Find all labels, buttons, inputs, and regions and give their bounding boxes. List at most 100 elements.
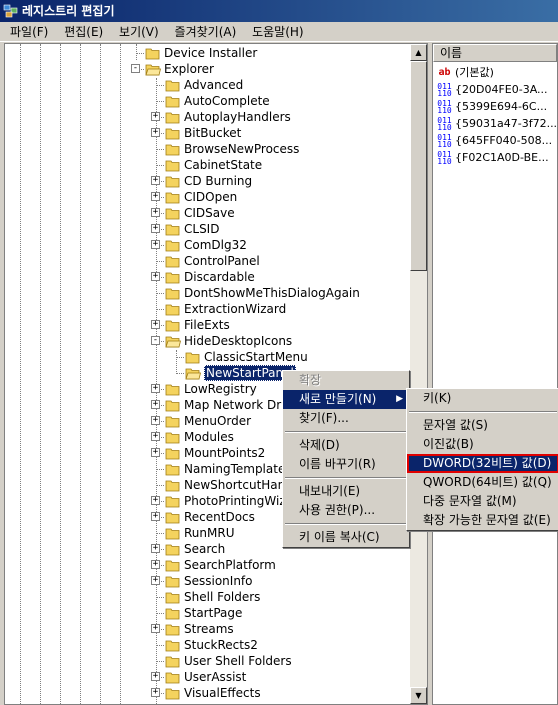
- folder-icon: [165, 510, 181, 524]
- tree-node-autoplayhandlers[interactable]: + AutoplayHandlers: [5, 109, 412, 125]
- tree-node-label: StartPage: [184, 606, 243, 620]
- scroll-up-icon[interactable]: ▲: [410, 44, 427, 61]
- expand-icon[interactable]: +: [151, 224, 160, 233]
- string-value-icon: ab: [438, 67, 451, 78]
- context-menu-item[interactable]: 사용 권한(P)...: [283, 501, 409, 520]
- expand-icon[interactable]: +: [151, 384, 160, 393]
- context-menu-item[interactable]: 내보내기(E): [283, 482, 409, 501]
- tree-node-bitbucket[interactable]: + BitBucket: [5, 125, 412, 141]
- tree-node-streams[interactable]: + Streams: [5, 621, 412, 637]
- values-pane[interactable]: 이름 ab (기본값) 011 110 {20D04FE0-3A... 011 110 {53…: [432, 43, 558, 705]
- new-submenu-item[interactable]: QWORD(64비트) 값(Q): [407, 473, 558, 492]
- new-submenu-item[interactable]: 확장 가능한 문자열 값(E): [407, 511, 558, 530]
- value-name: {5399E694-6C...: [455, 100, 548, 113]
- expand-icon[interactable]: +: [151, 688, 160, 697]
- tree-node-advanced[interactable]: Advanced: [5, 77, 412, 93]
- tree-node-clsid[interactable]: + CLSID: [5, 221, 412, 237]
- menu-separator: [285, 431, 407, 433]
- tree-node-label: AutoComplete: [184, 94, 270, 108]
- tree-node-comdlg32[interactable]: + ComDlg32: [5, 237, 412, 253]
- tree-node-browsenewprocess[interactable]: BrowseNewProcess: [5, 141, 412, 157]
- tree-node-autocomplete[interactable]: AutoComplete: [5, 93, 412, 109]
- tree-node-extractionwizard[interactable]: ExtractionWizard: [5, 301, 412, 317]
- tree-node-dontshowmethisdialogagain[interactable]: DontShowMeThisDialogAgain: [5, 285, 412, 301]
- expand-icon[interactable]: +: [151, 128, 160, 137]
- tree-scrollbar[interactable]: ▲ ▼: [410, 44, 427, 704]
- tree-node-discardable[interactable]: + Discardable: [5, 269, 412, 285]
- binary-value-icon: 011 110: [437, 99, 452, 115]
- tree-node-label: NamingTemplates: [184, 462, 292, 476]
- expand-icon[interactable]: +: [151, 432, 160, 441]
- tree-node-cidopen[interactable]: + CIDOpen: [5, 189, 412, 205]
- new-submenu-item[interactable]: 문자열 값(S): [407, 416, 558, 435]
- new-submenu-item[interactable]: 다중 문자열 값(M): [407, 492, 558, 511]
- tree-connector: [156, 165, 164, 166]
- folder-icon: [165, 494, 181, 508]
- expand-icon[interactable]: +: [151, 496, 160, 505]
- expand-icon[interactable]: +: [151, 448, 160, 457]
- context-menu-item[interactable]: 새로 만들기(N) ▶: [283, 390, 409, 409]
- column-header-name[interactable]: 이름: [433, 44, 557, 62]
- collapse-icon[interactable]: -: [131, 64, 140, 73]
- tree-node-controlpanel[interactable]: ControlPanel: [5, 253, 412, 269]
- new-submenu-item[interactable]: 이진값(B): [407, 435, 558, 454]
- menu-favorites[interactable]: 즐겨찾기(A): [169, 22, 243, 42]
- tree-node-shell-folders[interactable]: Shell Folders: [5, 589, 412, 605]
- expand-icon[interactable]: +: [151, 112, 160, 121]
- tree-node-hidedesktopicons[interactable]: - HideDesktopIcons: [5, 333, 412, 349]
- expand-icon[interactable]: +: [151, 576, 160, 585]
- tree-node-label: VisualEffects: [184, 686, 261, 700]
- expand-icon[interactable]: +: [151, 240, 160, 249]
- expand-icon[interactable]: +: [151, 192, 160, 201]
- menu-edit[interactable]: 편집(E): [58, 22, 109, 42]
- expand-icon[interactable]: +: [151, 544, 160, 553]
- value-name: (기본값): [455, 66, 494, 79]
- expand-icon[interactable]: +: [151, 208, 160, 217]
- expand-icon[interactable]: +: [151, 272, 160, 281]
- expand-icon[interactable]: +: [151, 672, 160, 681]
- menu-view[interactable]: 보기(V): [113, 22, 165, 42]
- expand-icon[interactable]: +: [151, 400, 160, 409]
- tree-node-cidsave[interactable]: + CIDSave: [5, 205, 412, 221]
- tree-node-user-shell-folders[interactable]: User Shell Folders: [5, 653, 412, 669]
- folder-icon: [165, 446, 181, 460]
- tree-node-startpage[interactable]: StartPage: [5, 605, 412, 621]
- folder-icon: [165, 78, 181, 92]
- main-content: Device Installer - Explorer Advanced AutoCom…: [0, 43, 558, 705]
- expand-icon[interactable]: +: [151, 624, 160, 633]
- expand-icon[interactable]: +: [151, 512, 160, 521]
- context-menu-item-label: 이름 바꾸기(R): [299, 457, 376, 471]
- scroll-thumb[interactable]: [410, 61, 427, 271]
- tree-node-fileexts[interactable]: + FileExts: [5, 317, 412, 333]
- folder-icon: [185, 350, 201, 364]
- context-menu-item[interactable]: 삭제(D): [283, 436, 409, 455]
- tree-node-label: CIDOpen: [184, 190, 238, 204]
- tree-connector: [156, 101, 164, 102]
- expand-icon[interactable]: +: [151, 176, 160, 185]
- scroll-down-icon[interactable]: ▼: [410, 687, 427, 704]
- menu-help[interactable]: 도움말(H): [246, 22, 310, 42]
- context-menu-item[interactable]: 찾기(F)...: [283, 409, 409, 428]
- tree-node-stuckrects2[interactable]: StuckRects2: [5, 637, 412, 653]
- expand-icon[interactable]: +: [151, 560, 160, 569]
- new-submenu-item[interactable]: 키(K): [407, 389, 558, 408]
- expand-icon[interactable]: +: [151, 416, 160, 425]
- tree-node-classicstartmenu[interactable]: ClassicStartMenu: [5, 349, 412, 365]
- context-menu-item[interactable]: 키 이름 복사(C): [283, 528, 409, 547]
- tree-node-cabinetstate[interactable]: CabinetState: [5, 157, 412, 173]
- tree-node-cd-burning[interactable]: + CD Burning: [5, 173, 412, 189]
- menu-file[interactable]: 파일(F): [4, 22, 54, 42]
- tree-node-searchplatform[interactable]: + SearchPlatform: [5, 557, 412, 573]
- new-submenu-item[interactable]: DWORD(32비트) 값(D): [407, 454, 558, 473]
- tree-node-label: StuckRects2: [184, 638, 258, 652]
- folder-icon: [165, 590, 181, 604]
- expand-icon[interactable]: +: [151, 320, 160, 329]
- context-menu-item[interactable]: 이름 바꾸기(R): [283, 455, 409, 474]
- tree-node-userassist[interactable]: + UserAssist: [5, 669, 412, 685]
- tree-node-sessioninfo[interactable]: + SessionInfo: [5, 573, 412, 589]
- tree-node-label: Advanced: [184, 78, 244, 92]
- tree-node-visualeffects[interactable]: + VisualEffects: [5, 685, 412, 701]
- tree-node-device-installer[interactable]: Device Installer: [5, 45, 412, 61]
- collapse-icon[interactable]: -: [151, 336, 160, 345]
- tree-node-explorer[interactable]: - Explorer: [5, 61, 412, 77]
